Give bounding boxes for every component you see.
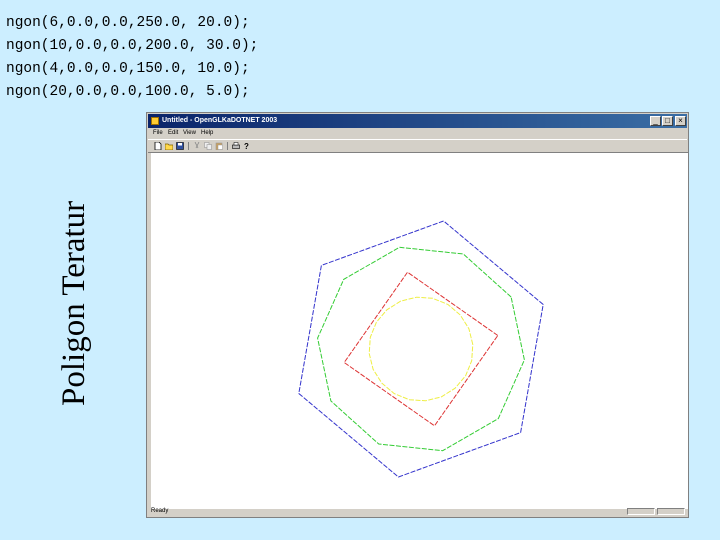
save-icon[interactable] — [176, 142, 184, 150]
status-pane — [657, 508, 685, 515]
app-icon — [151, 117, 159, 125]
copy-icon[interactable] — [204, 142, 212, 150]
app-window: Untitled - OpenGLKaDOTNET 2003 _ □ × Fil… — [146, 112, 689, 518]
window-title: Untitled - OpenGLKaDOTNET 2003 — [162, 117, 278, 124]
side-title: Poligon Teratur — [56, 200, 92, 406]
status-pane — [627, 508, 655, 515]
menu-bar: File Edit View Help — [148, 128, 687, 139]
open-icon[interactable] — [165, 142, 173, 150]
polygon-4-sides — [343, 271, 499, 427]
menu-file[interactable]: File — [153, 128, 163, 139]
code-lines: ngon(6,0.0,0.0,250.0, 20.0); ngon(10,0.0… — [6, 12, 258, 104]
drawing-canvas[interactable] — [151, 152, 688, 509]
print-icon[interactable] — [232, 142, 240, 150]
menu-edit[interactable]: Edit — [168, 128, 178, 139]
menu-view[interactable]: View — [183, 128, 196, 139]
polygon-6-sides — [298, 220, 544, 478]
polygon-10-sides — [317, 246, 525, 452]
status-bar: Ready — [148, 507, 687, 516]
help-icon[interactable]: ? — [243, 142, 251, 150]
code-line-4: ngon(20,0.0,0.0,100.0, 5.0); — [6, 84, 250, 100]
title-bar[interactable]: Untitled - OpenGLKaDOTNET 2003 _ □ × — [148, 114, 687, 128]
paste-icon[interactable] — [215, 142, 223, 150]
maximize-icon[interactable]: □ — [662, 116, 673, 126]
code-line-1: ngon(6,0.0,0.0,250.0, 20.0); — [6, 15, 250, 31]
svg-text:?: ? — [244, 142, 249, 150]
polygon-drawing — [298, 220, 544, 478]
side-title-box: Poligon Teratur — [18, 140, 98, 422]
polygon-20-sides — [368, 296, 474, 402]
menu-help[interactable]: Help — [201, 128, 213, 139]
new-icon[interactable] — [154, 142, 162, 150]
minimize-icon[interactable]: _ — [650, 116, 661, 126]
cut-icon[interactable] — [193, 142, 201, 150]
code-line-3: ngon(4,0.0,0.0,150.0, 10.0); — [6, 61, 250, 77]
status-text: Ready — [151, 508, 169, 514]
code-line-2: ngon(10,0.0,0.0,200.0, 30.0); — [6, 38, 259, 54]
toolbar: ? — [148, 139, 687, 153]
close-icon[interactable]: × — [675, 116, 686, 126]
